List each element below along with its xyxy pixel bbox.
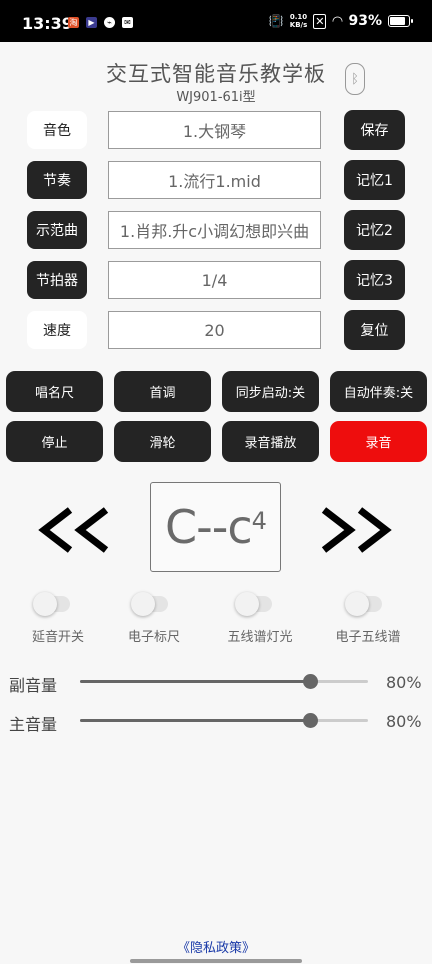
video-app-icon: ▶ bbox=[86, 17, 97, 28]
sustain-toggle[interactable] bbox=[33, 592, 70, 616]
memory2-button[interactable]: 记忆2 bbox=[344, 210, 405, 250]
rhythm-button[interactable]: 节奏 bbox=[27, 161, 87, 199]
record-button[interactable]: 录音 bbox=[330, 421, 427, 462]
electronic-staff-toggle[interactable] bbox=[345, 592, 382, 616]
app-title: 交互式智能音乐教学板 bbox=[106, 62, 326, 86]
label-tone: 音色 bbox=[27, 111, 87, 149]
chevron-double-left-icon[interactable] bbox=[38, 506, 114, 554]
main-volume-fill bbox=[80, 719, 311, 722]
battery-percent: 93% bbox=[348, 13, 382, 29]
demo-song-button[interactable]: 示范曲 bbox=[27, 211, 87, 249]
battery-icon bbox=[388, 15, 413, 27]
privacy-policy-link[interactable]: 《隐私政策》 bbox=[0, 937, 432, 956]
model-subtitle: WJ901-61i型 bbox=[176, 90, 256, 105]
main-volume-slider[interactable] bbox=[80, 713, 368, 728]
electronic-ruler-toggle[interactable] bbox=[131, 592, 168, 616]
vibrate-icon: 📳 bbox=[268, 14, 284, 28]
range-display: C--c 4 bbox=[150, 482, 281, 572]
movable-do-button[interactable]: 首调 bbox=[114, 371, 211, 412]
staff-light-toggle-label: 五线谱灯光 bbox=[227, 630, 293, 645]
wheel-button[interactable]: 滑轮 bbox=[114, 421, 211, 462]
metronome-field[interactable]: 1/4 bbox=[108, 261, 321, 299]
memory1-button[interactable]: 记忆1 bbox=[344, 160, 405, 200]
save-button[interactable]: 保存 bbox=[344, 110, 405, 150]
status-bar: 13:39 淘 ▶ ⌁ ✉ 📳 0.10 KB/s ✕ ◠ 93% bbox=[0, 0, 432, 42]
toggle-knob bbox=[235, 592, 259, 616]
status-right: 📳 0.10 KB/s ✕ ◠ 93% bbox=[268, 13, 413, 29]
secondary-volume-value: 80% bbox=[386, 673, 422, 692]
stop-button[interactable]: 停止 bbox=[6, 421, 103, 462]
memory3-button[interactable]: 记忆3 bbox=[344, 260, 405, 300]
message-app-icon: ✉ bbox=[122, 17, 133, 28]
record-playback-button[interactable]: 录音播放 bbox=[222, 421, 319, 462]
electronic-staff-toggle-label: 电子五线谱 bbox=[335, 630, 401, 645]
sim-icon: ✕ bbox=[313, 13, 327, 29]
main-volume-thumb[interactable] bbox=[303, 713, 319, 728]
metronome-button[interactable]: 节拍器 bbox=[27, 261, 87, 299]
toggle-knob bbox=[33, 592, 57, 616]
status-time: 13:39 bbox=[22, 14, 73, 33]
secondary-volume-slider[interactable] bbox=[80, 674, 368, 689]
solfege-ruler-button[interactable]: 唱名尺 bbox=[6, 371, 103, 412]
tone-field[interactable]: 1.大钢琴 bbox=[108, 111, 321, 149]
demo-song-field[interactable]: 1.肖邦.升c小调幻想即兴曲 bbox=[108, 211, 321, 249]
speed-field[interactable]: 20 bbox=[108, 311, 321, 349]
sustain-toggle-label: 延音开关 bbox=[31, 630, 84, 645]
auto-accompaniment-button[interactable]: 自动伴奏:关 bbox=[330, 371, 427, 412]
secondary-volume-thumb[interactable] bbox=[303, 674, 319, 689]
home-indicator[interactable] bbox=[130, 959, 302, 963]
range-display-text: C--c bbox=[165, 500, 253, 554]
notification-app-icon: 淘 bbox=[68, 17, 79, 28]
toggle-knob bbox=[345, 592, 369, 616]
rhythm-field[interactable]: 1.流行1.mid bbox=[108, 161, 321, 199]
secondary-volume-fill bbox=[80, 680, 311, 683]
electronic-ruler-toggle-label: 电子标尺 bbox=[127, 630, 180, 645]
wifi-icon: ◠ bbox=[332, 13, 343, 29]
reset-button[interactable]: 复位 bbox=[344, 310, 405, 350]
toggle-knob bbox=[131, 592, 155, 616]
secondary-volume-label: 副音量 bbox=[9, 676, 58, 695]
main-volume-label: 主音量 bbox=[9, 715, 58, 734]
leaf-app-icon: ⌁ bbox=[104, 17, 115, 28]
bluetooth-icon[interactable]: ᛒ bbox=[345, 63, 365, 95]
range-display-octave: 4 bbox=[251, 507, 267, 535]
main-volume-value: 80% bbox=[386, 712, 422, 731]
label-speed: 速度 bbox=[27, 311, 87, 349]
sync-start-button[interactable]: 同步启动:关 bbox=[222, 371, 319, 412]
chevron-double-right-icon[interactable] bbox=[318, 506, 394, 554]
staff-light-toggle[interactable] bbox=[235, 592, 272, 616]
network-speed: 0.10 KB/s bbox=[289, 13, 308, 29]
